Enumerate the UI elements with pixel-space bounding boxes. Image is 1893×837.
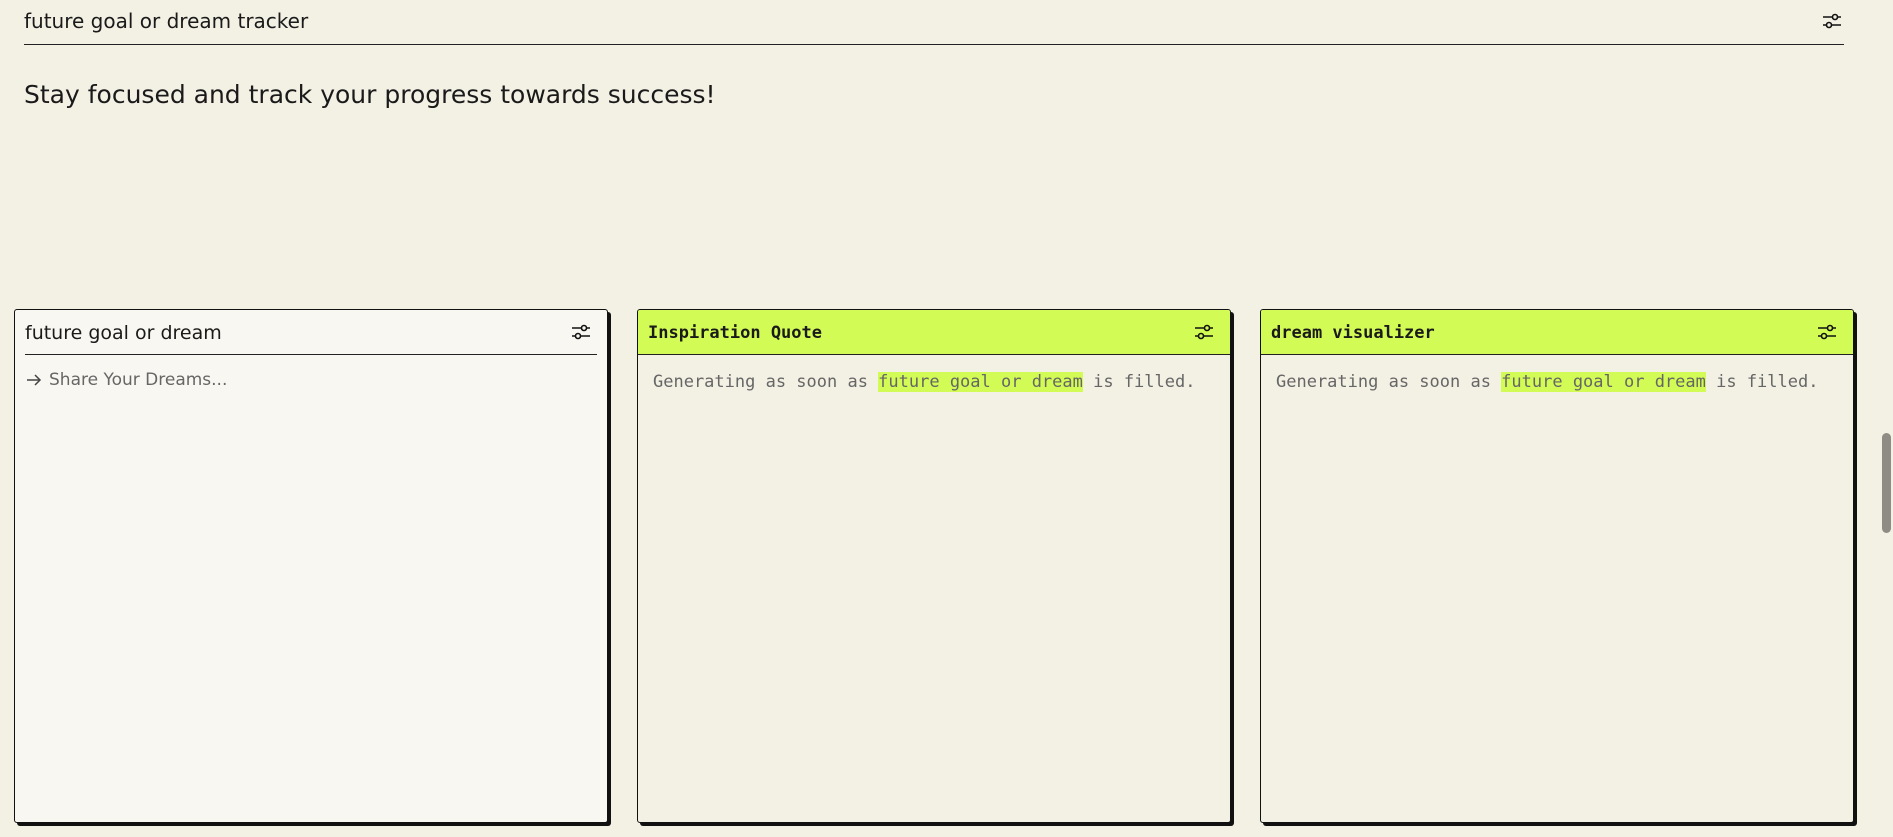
dream-input-card-title: future goal or dream xyxy=(25,322,222,344)
dream-input-settings-button[interactable] xyxy=(569,320,593,344)
sliders-icon xyxy=(1823,13,1841,29)
dream-input-card-header: future goal or dream xyxy=(25,310,597,355)
status-suffix: is filled. xyxy=(1082,372,1196,392)
inspiration-quote-card-header: Inspiration Quote xyxy=(638,310,1230,355)
inspiration-quote-card-title: Inspiration Quote xyxy=(648,323,822,343)
inspiration-quote-settings-button[interactable] xyxy=(1192,320,1216,344)
page-subtitle: Stay focused and track your progress tow… xyxy=(24,80,716,109)
sliders-icon xyxy=(572,324,590,340)
header-settings-button[interactable] xyxy=(1820,9,1844,33)
dream-visualizer-card-title: dream visualizer xyxy=(1271,323,1435,343)
dream-visualizer-card-header: dream visualizer xyxy=(1261,310,1853,355)
dream-input-row xyxy=(25,370,549,390)
status-prefix: Generating as soon as xyxy=(1276,372,1502,392)
dream-input-field[interactable] xyxy=(49,370,549,390)
app-title: future goal or dream tracker xyxy=(24,9,309,33)
status-suffix: is filled. xyxy=(1705,372,1819,392)
arrow-right-icon xyxy=(25,371,43,389)
sliders-icon xyxy=(1195,324,1213,340)
status-highlight: future goal or dream xyxy=(1501,372,1706,392)
page: future goal or dream tracker Stay focuse… xyxy=(0,0,1893,837)
status-prefix: Generating as soon as xyxy=(653,372,879,392)
dream-input-card: future goal or dream xyxy=(14,309,608,823)
app-header: future goal or dream tracker xyxy=(24,0,1844,45)
status-highlight: future goal or dream xyxy=(878,372,1083,392)
dream-visualizer-card: dream visualizer Generating as soon as f… xyxy=(1260,309,1854,823)
inspiration-quote-status: Generating as soon as future goal or dre… xyxy=(653,372,1195,392)
inspiration-quote-card: Inspiration Quote Generating as soon as … xyxy=(637,309,1231,823)
dream-visualizer-status: Generating as soon as future goal or dre… xyxy=(1276,372,1818,392)
page-scrollbar-thumb[interactable] xyxy=(1882,433,1891,533)
dream-visualizer-settings-button[interactable] xyxy=(1815,320,1839,344)
sliders-icon xyxy=(1818,324,1836,340)
